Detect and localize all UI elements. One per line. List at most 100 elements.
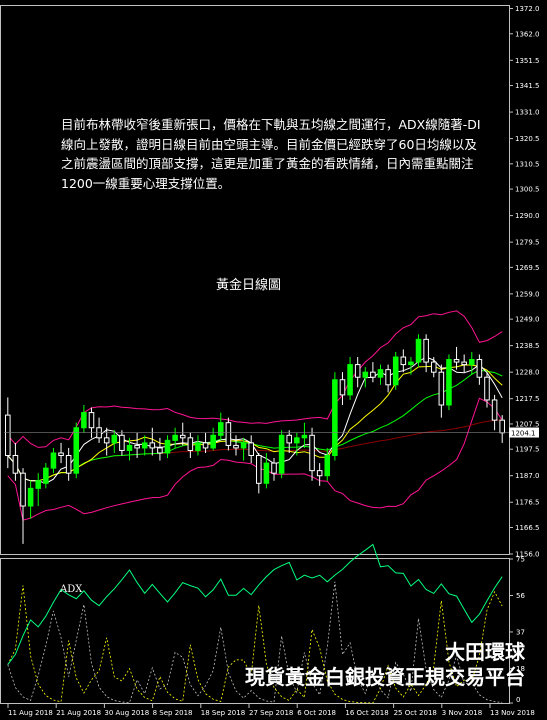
candle-body	[491, 399, 498, 421]
candle-body	[392, 356, 399, 386]
watermark-slogan: 現貨黃金白銀投資正規交易平台	[245, 665, 525, 689]
candle-body	[468, 359, 475, 366]
candle-body	[278, 434, 285, 474]
price-tick-label: 1351.5	[515, 57, 540, 65]
candle-body	[134, 444, 140, 449]
candle-body	[164, 439, 171, 454]
candle-body	[400, 356, 407, 366]
candle-body	[476, 359, 483, 378]
candle-body	[271, 462, 277, 474]
candle-body	[233, 444, 239, 449]
candle-body	[240, 442, 247, 449]
candle-body	[35, 480, 42, 489]
current-price-label: 1204.1	[511, 430, 536, 438]
price-tick-label: 1300.5	[515, 186, 540, 194]
candle-body	[324, 455, 331, 477]
candle-body	[408, 361, 414, 366]
date-tick-label: 25 Oct 2018	[394, 709, 437, 717]
candle-body	[210, 434, 216, 449]
candle-body	[301, 434, 308, 439]
candle-body	[65, 455, 72, 474]
candle-body	[370, 371, 376, 378]
date-tick-label: 8 Sep 2018	[153, 709, 193, 717]
candle-body	[157, 447, 163, 454]
candle-body	[88, 412, 95, 429]
candle	[446, 354, 452, 411]
candle-body	[362, 371, 369, 378]
price-tick-label: 1372.0	[515, 5, 540, 13]
candle-body	[248, 442, 254, 457]
candle-body	[5, 414, 11, 457]
gold-daily-chart: 1372.0 1362.0 1351.5 1341.5 1331.0 1320.5 1310…	[0, 0, 547, 720]
chart-title: 黃金日線圖	[216, 278, 282, 293]
adx-tick-label: 75	[516, 556, 525, 564]
candle-body	[12, 455, 19, 474]
candle-body	[438, 371, 445, 406]
broker-watermark: 大田環球 現貨黃金白銀投資正規交易平台	[245, 640, 525, 690]
candle-body	[484, 376, 490, 401]
candle	[73, 422, 80, 479]
candle-body	[202, 442, 209, 449]
candle	[392, 351, 399, 390]
candle-body	[332, 379, 338, 457]
price-tick-label: 1341.5	[515, 82, 540, 90]
price-tick-label: 1269.5	[515, 264, 540, 272]
price-tick-label: 1166.5	[515, 524, 540, 532]
candle-body	[172, 434, 178, 441]
candle	[278, 430, 285, 479]
candle-body	[385, 369, 391, 386]
price-tick-label: 1249.0	[515, 316, 540, 324]
date-tick-label: 21 Aug 2018	[56, 709, 101, 717]
candle-body	[377, 369, 384, 378]
candle-body	[446, 359, 452, 406]
price-tick-label: 1197.5	[515, 446, 540, 454]
candle-body	[119, 434, 125, 451]
candle-body	[499, 419, 505, 434]
candle-body	[354, 364, 361, 378]
price-tick-label: 1238.5	[515, 342, 540, 350]
date-tick-label: 18 Sep 2018	[201, 709, 245, 717]
price-tick-label: 1331.0	[515, 109, 540, 117]
price-tick-label: 1320.5	[515, 135, 540, 143]
adx-tick-label: 56	[516, 592, 525, 600]
candle-body	[179, 434, 186, 439]
candle-body	[225, 422, 232, 446]
candle-body	[50, 452, 57, 469]
price-tick-label: 1187.0	[515, 472, 540, 480]
candle-body	[316, 470, 323, 477]
price-tick-label: 1259.0	[515, 290, 540, 298]
candle	[225, 417, 232, 451]
date-tick-label: 3 Nov 2018	[442, 709, 482, 717]
watermark-brand: 大田環球	[445, 640, 525, 664]
price-tick-label: 1217.5	[515, 395, 540, 403]
adx-label: ADX	[60, 584, 83, 595]
date-tick-label: 16 Oct 2018	[345, 709, 388, 717]
candle-body	[309, 434, 315, 472]
price-tick-label: 1310.5	[515, 160, 540, 168]
candle-body	[423, 338, 429, 363]
candle-body	[430, 361, 437, 373]
date-tick-label: 6 Oct 2018	[297, 709, 336, 717]
candle-body	[58, 452, 64, 457]
price-tick-label: 1207.5	[515, 420, 540, 428]
candle-body	[27, 487, 34, 507]
candle-body	[149, 442, 156, 449]
price-tick-label: 1362.0	[515, 30, 540, 38]
candle-body	[111, 434, 118, 444]
candle	[332, 372, 338, 461]
candle-body	[141, 442, 148, 449]
candle-body	[294, 437, 300, 444]
analysis-commentary: 目前布林帶收窄後重新張口，價格在下軌與五均線之間運行，ADX線隨著-DI線向上發…	[61, 117, 481, 191]
candle-body	[126, 444, 133, 451]
candle-body	[286, 434, 293, 444]
candle-body	[20, 472, 26, 507]
candle-body	[73, 427, 80, 474]
date-tick-label: 13 Nov 2018	[490, 709, 535, 717]
date-tick-label: 30 Aug 2018	[104, 709, 149, 717]
candle-body	[415, 338, 422, 363]
candle-body	[347, 364, 353, 396]
candle-body	[339, 379, 346, 396]
candle-body	[453, 359, 460, 363]
adx-tick-label: 0	[516, 696, 520, 704]
candle-body	[195, 442, 201, 451]
